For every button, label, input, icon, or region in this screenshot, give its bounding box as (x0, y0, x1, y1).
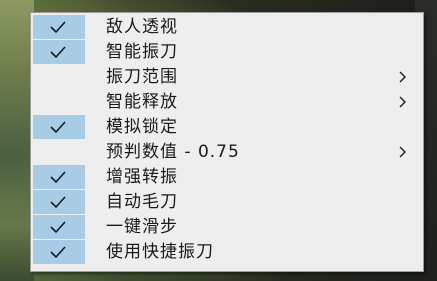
check-highlight (33, 15, 85, 39)
menu-item-label: 使用快捷振刀 (106, 242, 214, 262)
chevron-right-icon (399, 71, 406, 83)
menu-item-smart-release[interactable]: 智能释放 (31, 90, 423, 115)
menu-item-enemy-esp[interactable]: 敌人透视 (31, 15, 423, 40)
menu-item-label: 自动毛刀 (106, 192, 178, 212)
menu-item-label: 预判数值 - 0.75 (106, 142, 240, 162)
checkmark-icon (50, 21, 66, 34)
game-scene-left (0, 0, 34, 281)
menu-item-label: 智能振刀 (106, 42, 178, 62)
chevron-right-icon (399, 96, 406, 108)
checkmark-icon (50, 171, 66, 184)
menu-item-prediction-value[interactable]: 预判数值 - 0.75 (31, 140, 423, 165)
chevron-right-icon (399, 146, 406, 158)
menu-item-enhanced-turn-parry[interactable]: 增强转振 (31, 165, 423, 190)
menu-item-parry-range[interactable]: 振刀范围 (31, 65, 423, 90)
game-screen-background: 敌人透视 智能振刀 振刀范围 智能释放 模拟锁定 预判数值 - 0.75 增强转… (0, 0, 437, 281)
check-highlight (33, 215, 85, 239)
checkmark-icon (50, 246, 66, 259)
menu-item-label: 一键滑步 (106, 217, 178, 237)
menu-item-label: 敌人透视 (106, 17, 178, 37)
checkmark-icon (50, 46, 66, 59)
menu-item-label: 智能释放 (106, 92, 178, 112)
check-highlight (33, 240, 85, 264)
check-highlight (33, 40, 85, 64)
check-highlight (33, 115, 85, 139)
checkmark-icon (50, 121, 66, 134)
menu-item-smart-parry[interactable]: 智能振刀 (31, 40, 423, 65)
checkmark-icon (50, 196, 66, 209)
menu-item-auto-feint[interactable]: 自动毛刀 (31, 190, 423, 215)
menu-item-simulated-lock[interactable]: 模拟锁定 (31, 115, 423, 140)
context-menu: 敌人透视 智能振刀 振刀范围 智能释放 模拟锁定 预判数值 - 0.75 增强转… (30, 12, 424, 272)
check-highlight (33, 165, 85, 189)
menu-item-quick-parry[interactable]: 使用快捷振刀 (31, 240, 423, 265)
checkmark-icon (50, 221, 66, 234)
menu-item-label: 振刀范围 (106, 67, 178, 87)
menu-item-label: 模拟锁定 (106, 117, 178, 137)
menu-item-label: 增强转振 (106, 167, 178, 187)
menu-item-one-key-slide[interactable]: 一键滑步 (31, 215, 423, 240)
check-highlight (33, 190, 85, 214)
